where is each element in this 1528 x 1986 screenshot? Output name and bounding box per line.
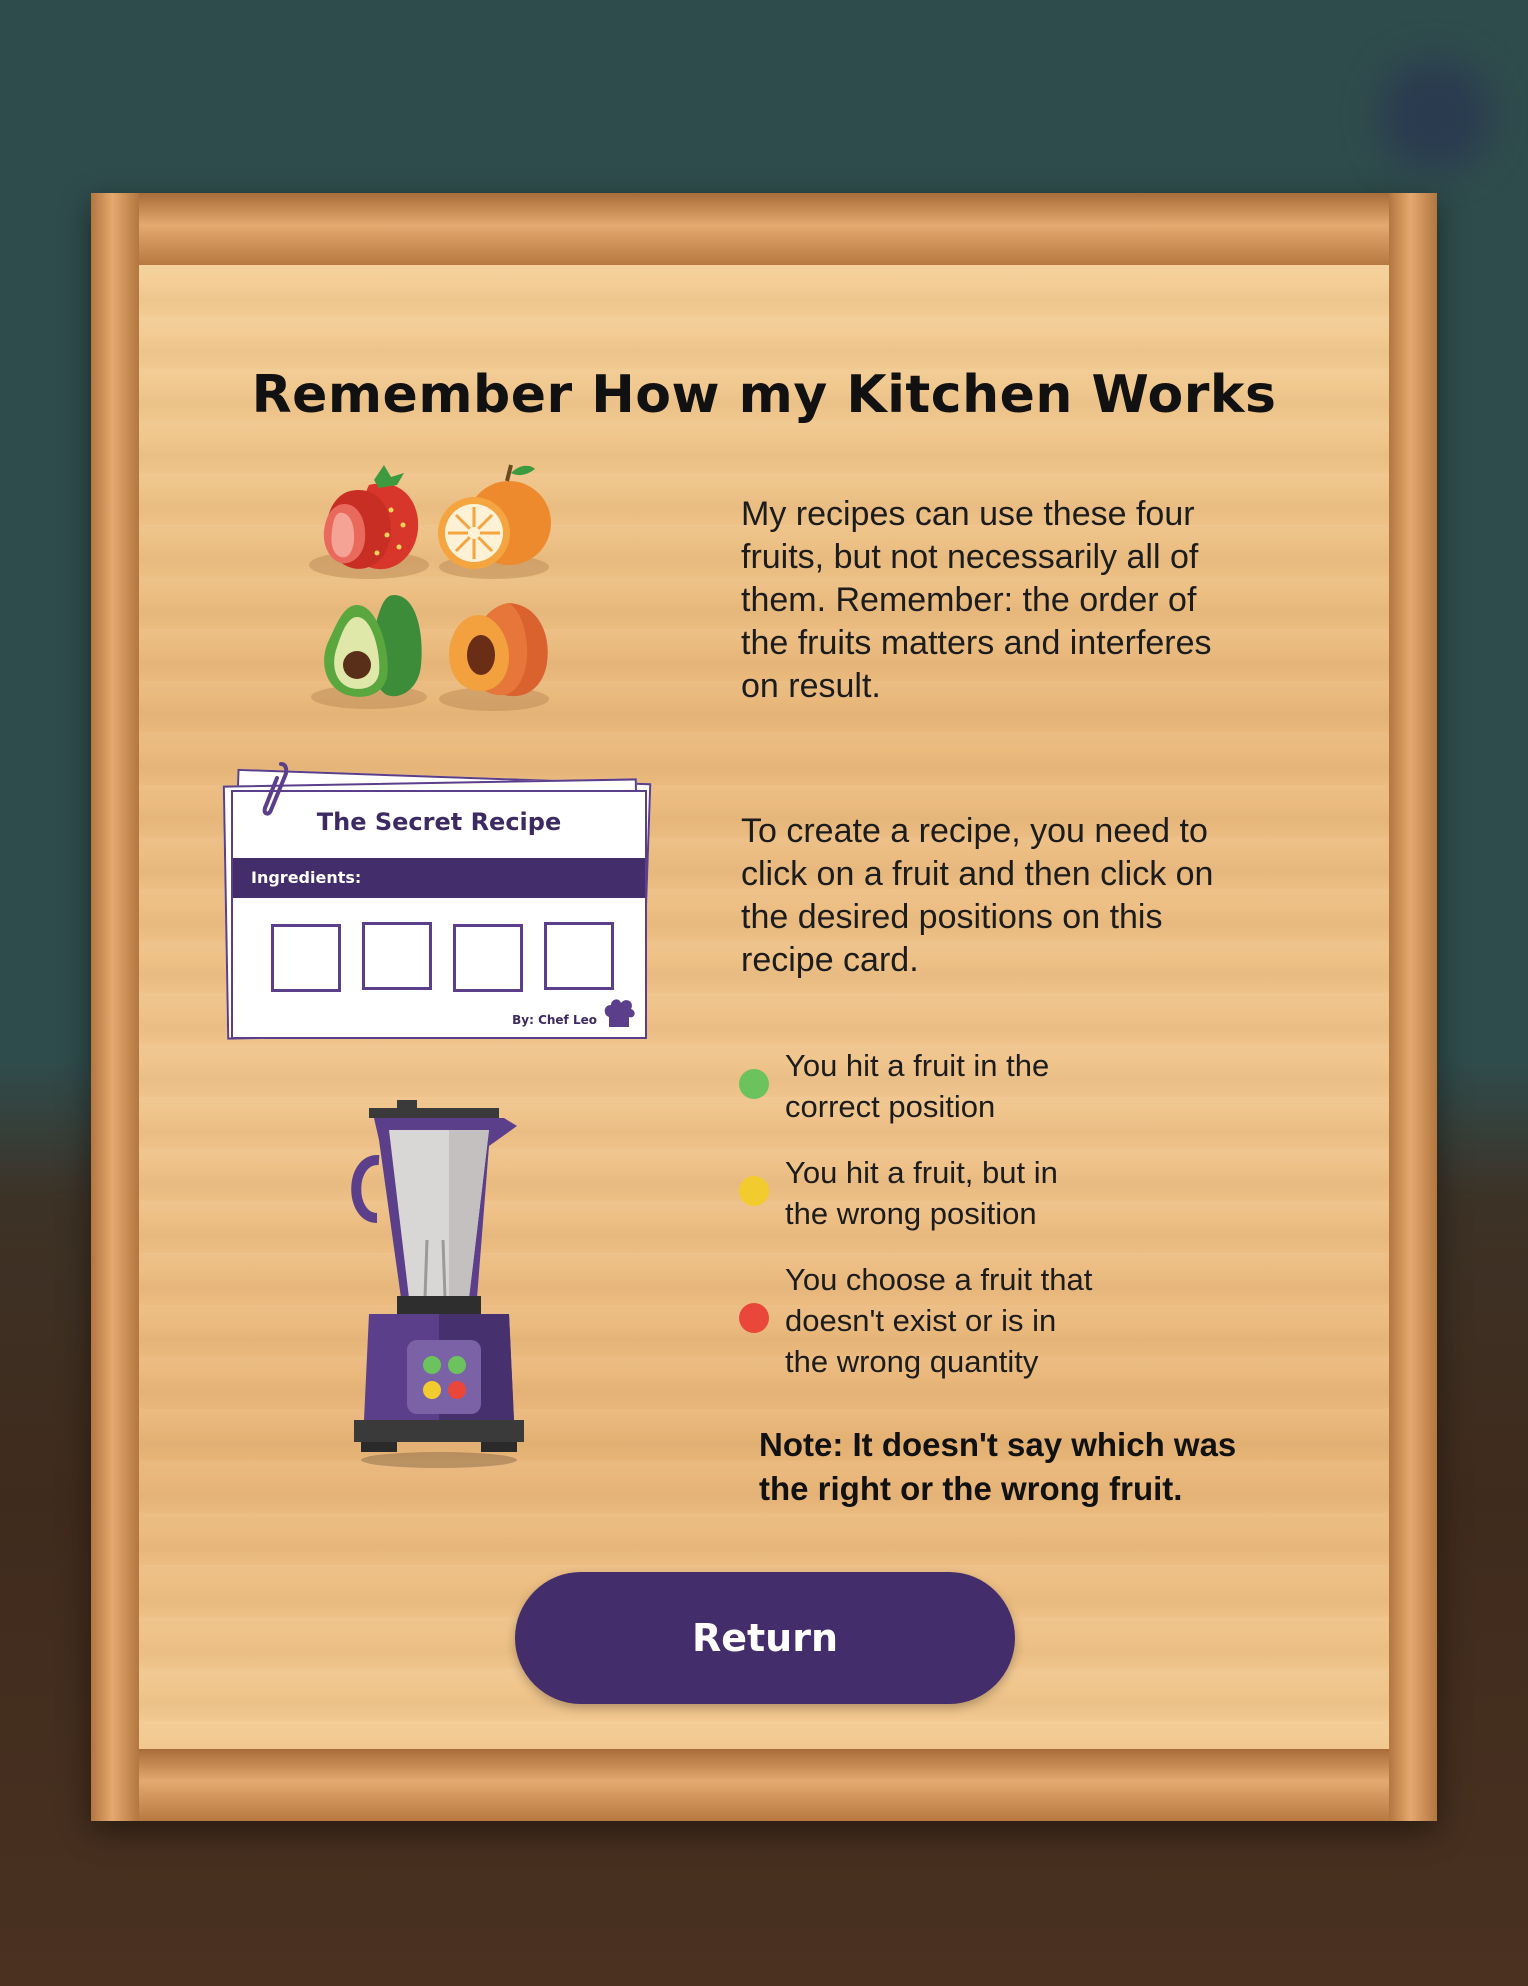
recipe-description-line: recipe card.: [741, 941, 919, 979]
recipe-description-line: click on a fruit and then click on: [741, 855, 1214, 893]
chef-hat-icon: [604, 999, 635, 1027]
note-line: the right or the wrong fruit.: [759, 1470, 1183, 1507]
legend-line: You hit a fruit, but in: [785, 1155, 1058, 1190]
legend-line: correct position: [785, 1089, 996, 1124]
legend-line: You choose a fruit that: [785, 1262, 1093, 1297]
ingredient-slot: [271, 924, 341, 992]
ingredient-slot: [453, 924, 523, 992]
legend-text: You hit a fruit, but in the wrong positi…: [785, 1152, 1058, 1234]
fruits-description-line: fruits, but not necessarily all of: [741, 538, 1199, 576]
board-rail-bottom: [139, 1749, 1389, 1821]
recipe-card-description: To create a recipe, you need to click on…: [741, 810, 1301, 982]
legend-line: the wrong position: [785, 1196, 1037, 1231]
yellow-status-dot: [739, 1176, 769, 1206]
green-status-dot: [739, 1069, 769, 1099]
legend-line: the wrong quantity: [785, 1344, 1039, 1379]
note-text: Note: It doesn't say which was the right…: [759, 1423, 1319, 1511]
legend-line: doesn't exist or is in: [785, 1303, 1057, 1338]
legend-item-wrong-fruit: You choose a fruit that doesn't exist or…: [739, 1257, 1199, 1387]
blender-icon: [351, 1100, 524, 1468]
return-button[interactable]: Return: [515, 1572, 1015, 1704]
fruits-illustration: [309, 464, 551, 711]
ingredients-label: Ingredients:: [251, 868, 362, 887]
board-rail-left: [91, 193, 139, 1821]
recipe-card-illustration: The Secret Recipe Ingredients: By: Chef …: [219, 760, 659, 1050]
board-panel: Remember How my Kitchen Works My recipes…: [139, 265, 1389, 1749]
recipe-card-author: By: Chef Leo: [512, 1013, 597, 1027]
recipe-description-line: the desired positions on this: [741, 898, 1163, 936]
board-rail-right: [1389, 193, 1437, 1821]
recipe-description-line: To create a recipe, you need to: [741, 812, 1208, 850]
legend-text: You choose a fruit that doesn't exist or…: [785, 1259, 1092, 1382]
paperclip-icon: [262, 762, 289, 816]
fruits-description: My recipes can use these four fruits, bu…: [741, 493, 1301, 708]
legend-line: You hit a fruit in the: [785, 1048, 1050, 1083]
red-status-dot: [739, 1303, 769, 1333]
background-blob: [1380, 60, 1490, 170]
orange-icon: [438, 464, 551, 579]
avocado-icon: [311, 595, 427, 709]
legend-item-wrong-position: You hit a fruit, but in the wrong positi…: [739, 1150, 1199, 1240]
fruits-description-line: them. Remember: the order of: [741, 581, 1197, 619]
board-rail-top: [139, 193, 1389, 265]
page-title: Remember How my Kitchen Works: [251, 365, 1277, 425]
fruits-description-line: the fruits matters and interferes: [741, 624, 1212, 662]
recipe-card-title: The Secret Recipe: [316, 808, 562, 836]
strawberry-icon: [309, 465, 429, 579]
recipe-card: The Secret Recipe Ingredients: By: Chef …: [231, 790, 647, 1039]
ingredient-slot: [544, 922, 614, 990]
note-line: Note: It doesn't say which was: [759, 1426, 1237, 1463]
fruits-description-line: My recipes can use these four: [741, 495, 1195, 533]
ingredient-slot: [362, 922, 432, 990]
legend-text: You hit a fruit in the correct position: [785, 1045, 1049, 1127]
fruits-description-line: on result.: [741, 667, 881, 705]
peach-icon: [439, 603, 549, 711]
legend-item-correct-position: You hit a fruit in the correct position: [739, 1043, 1199, 1133]
recipe-card-header-band: Ingredients:: [233, 858, 645, 898]
